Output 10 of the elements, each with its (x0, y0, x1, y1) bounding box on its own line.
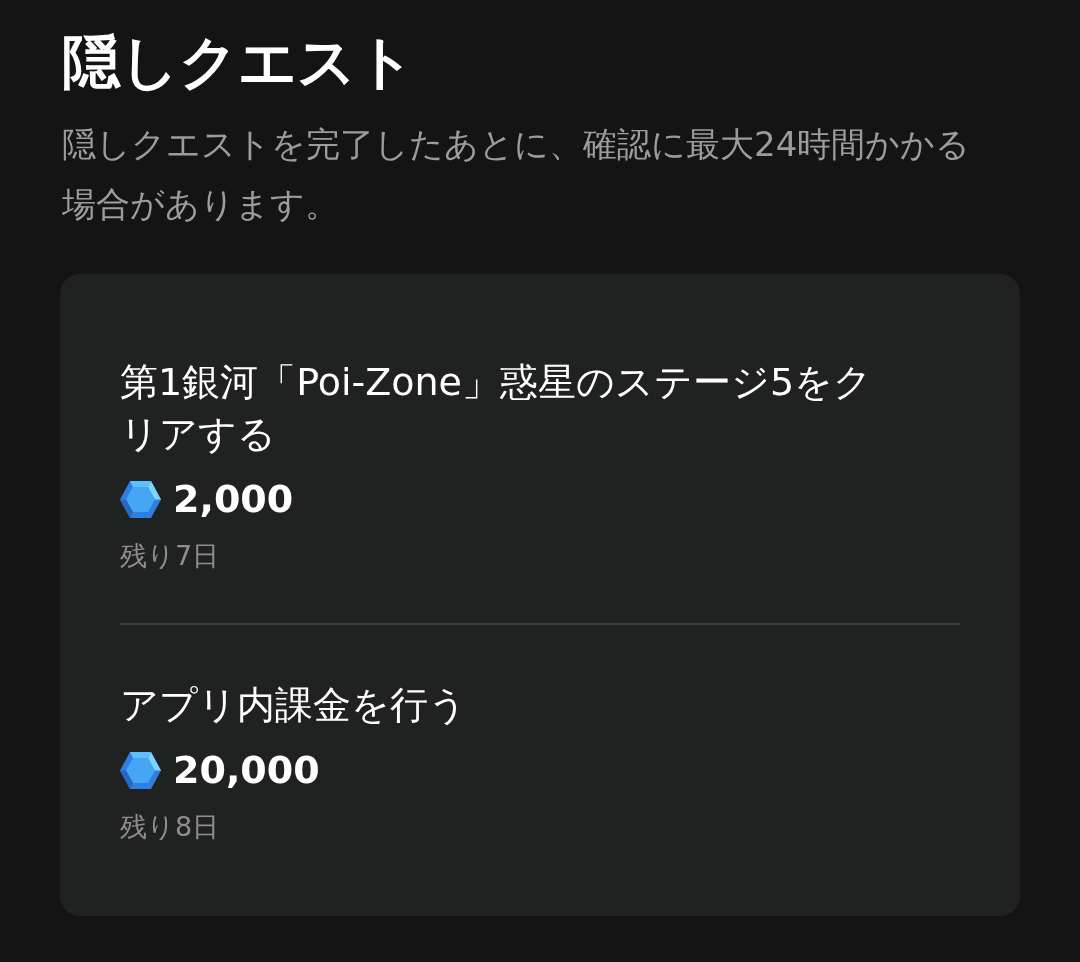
quest-title: 第1銀河「Poi-Zone」惑星のステージ5をクリアする (120, 359, 874, 458)
reward-amount: 20,000 (173, 747, 320, 794)
reward-amount: 2,000 (173, 476, 294, 523)
description-text: 隠しクエストを完了したあとに、確認に最大24時間かかる場合があります。 (61, 123, 972, 226)
quest-title: アプリ内課金を行う (120, 682, 467, 729)
time-remaining: 残り7日 (120, 539, 220, 573)
time-remaining: 残り8日 (120, 810, 220, 844)
gem-icon (120, 480, 161, 518)
page-title: 隠しクエスト (61, 27, 415, 98)
gem-icon (120, 751, 161, 789)
